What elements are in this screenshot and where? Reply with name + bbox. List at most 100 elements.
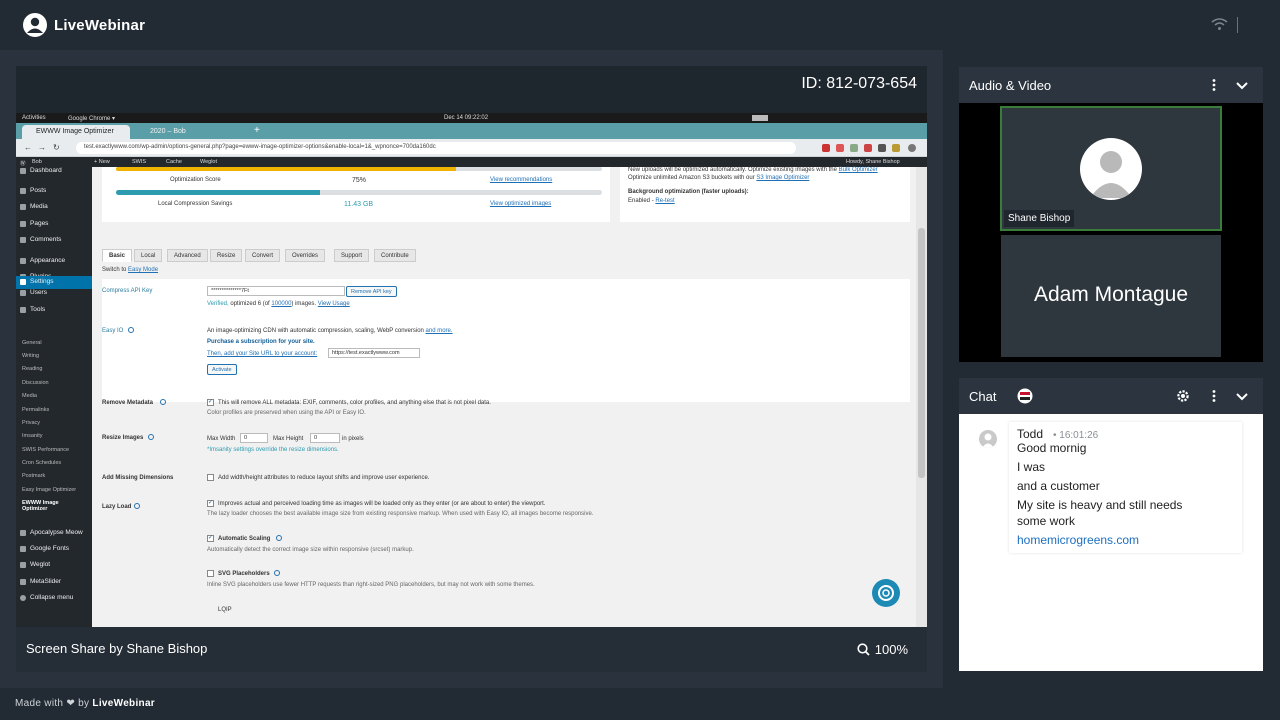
savings-link: View optimized images xyxy=(490,201,552,207)
gear-icon[interactable] xyxy=(1176,389,1190,403)
video-tile[interactable]: Adam Montague xyxy=(1001,235,1221,357)
os-top-bar: Activities Google Chrome ▾ Dec 14 09:22:… xyxy=(16,113,927,123)
main-stage: ID: 812-073-654 Activities Google Chrome… xyxy=(0,50,943,688)
wp-menu-settings: Settings xyxy=(20,278,54,285)
zoom-level: 100% xyxy=(874,642,908,657)
easy-io-then-add: Then, add your Site URL to your account: xyxy=(207,351,318,357)
divider xyxy=(1237,17,1238,33)
user-placeholder-icon xyxy=(982,433,994,448)
reload-icon: ↻ xyxy=(53,143,60,152)
wp-logo-icon: Ⓦ xyxy=(20,161,26,167)
os-activities: Activities xyxy=(22,115,46,121)
page-scrollbar-thumb xyxy=(918,228,925,478)
flag-icon[interactable] xyxy=(1017,388,1033,404)
svg-placeholders-label: SVG Placeholders xyxy=(218,571,270,577)
resize-images-label: Resize Images xyxy=(102,435,144,441)
browser-address-bar: ← → ↻ test.exactlywww.com/wp-admin/optio… xyxy=(16,139,927,157)
wp-menu-item: Google Fonts xyxy=(20,545,69,552)
wp-submenu-item: Discussion xyxy=(22,380,49,386)
wp-menu-dashboard: Dashboard xyxy=(20,167,62,174)
participant-name-tag: Shane Bishop xyxy=(1004,210,1075,227)
extension-icon xyxy=(878,144,886,152)
browser-tab-active: EWWW Image Optimizer xyxy=(22,125,130,139)
chat-message: Todd • 16:01:26 Good mornig I was and a … xyxy=(1009,422,1242,553)
settings-tab-basic: Basic xyxy=(102,249,133,262)
resize-note: *Imsanity settings override the resize d… xyxy=(207,447,339,453)
message-link[interactable]: homemicrogreens.com xyxy=(1017,533,1139,548)
url-field: test.exactlywww.com/wp-admin/options-gen… xyxy=(76,142,796,154)
extension-icon xyxy=(892,144,900,152)
wp-menu-pages: Pages xyxy=(20,220,48,227)
heart-icon: ❤ xyxy=(66,698,76,709)
participant-name: Adam Montague xyxy=(1033,283,1189,306)
help-icon xyxy=(276,535,282,541)
audio-video-title: Audio & Video xyxy=(969,77,1052,93)
brand-logo[interactable]: LiveWebinar xyxy=(22,12,145,38)
wp-menu-item: MetaSlider xyxy=(20,578,61,585)
chat-title: Chat xyxy=(969,388,997,404)
settings-tab: Overrides xyxy=(285,249,326,262)
remove-api-key-button: Remove API key xyxy=(346,286,397,297)
forward-icon: → xyxy=(38,143,46,152)
posts-icon xyxy=(20,187,26,194)
activate-button: Activate xyxy=(207,364,237,375)
message-line: My site is heavy and still needs xyxy=(1017,498,1183,512)
more-options-icon[interactable] xyxy=(1207,389,1221,403)
missing-dims-label: Add Missing Dimensions xyxy=(102,475,174,481)
bg-opt-status: Enabled - Re-test xyxy=(628,198,675,204)
bottom-bar: Made with ❤ by LiveWebinar xyxy=(0,688,1280,720)
help-icon xyxy=(134,503,140,509)
chevron-down-icon[interactable] xyxy=(1235,389,1249,403)
wp-submenu-item: Reading xyxy=(22,366,43,372)
wp-submenu-item: Postmark xyxy=(22,473,46,479)
brand-name: LiveWebinar xyxy=(54,16,146,34)
comments-icon xyxy=(20,236,26,243)
screen-share-panel: ID: 812-073-654 Activities Google Chrome… xyxy=(16,66,927,672)
made-with-credit[interactable]: Made with ❤ by LiveWebinar xyxy=(15,698,155,709)
wp-menu-appearance: Appearance xyxy=(20,257,65,264)
easy-io-purchase: Purchase a subscription for your site. xyxy=(207,339,315,345)
battery-icon xyxy=(752,115,768,121)
dashboard-icon xyxy=(20,167,26,174)
auto-scaling-label: Automatic Scaling xyxy=(218,536,271,542)
auto-scaling-note: Automatically detect the correct image s… xyxy=(207,547,414,553)
zoom-icon xyxy=(857,643,870,656)
users-icon xyxy=(20,289,26,296)
message-time: • 16:01:26 xyxy=(1053,430,1099,441)
wp-submenu-item: Privacy xyxy=(22,420,41,426)
settings-icon xyxy=(20,278,26,285)
wp-menu-tools: Tools xyxy=(20,306,45,313)
video-tile-active-speaker[interactable]: Shane Bishop xyxy=(1000,106,1222,231)
remove-metadata-checkbox: ✓ xyxy=(207,399,214,406)
lqip-label: LQIP xyxy=(218,607,232,613)
chevron-down-icon[interactable] xyxy=(1235,78,1249,92)
message-line: Good mornig xyxy=(1017,441,1087,455)
avatar xyxy=(979,430,997,448)
plugin-icon xyxy=(20,561,26,568)
easy-io-desc: An image-optimizing CDN with automatic c… xyxy=(207,328,453,334)
top-progress xyxy=(116,167,602,171)
zoom-control[interactable]: 100% xyxy=(857,642,908,657)
collapse-icon xyxy=(20,594,26,601)
profile-icon xyxy=(908,144,916,152)
connection-icon[interactable] xyxy=(1211,17,1228,31)
browser-tab: 2020 – Bob xyxy=(150,128,186,135)
side-note: Optimize unlimited Amazon S3 buckets wit… xyxy=(628,175,810,181)
chat-messages: Todd • 16:01:26 Good mornig I was and a … xyxy=(959,414,1263,671)
wp-howdy: Howdy, Shane Bishop xyxy=(846,159,900,165)
remove-metadata-label: Remove Metadata xyxy=(102,400,154,406)
info-card: New uploads will be optimized automatica… xyxy=(620,167,910,222)
svg-placeholders-checkbox xyxy=(207,570,214,577)
more-options-icon[interactable] xyxy=(1207,78,1221,92)
plugin-icon xyxy=(20,545,26,552)
tools-icon xyxy=(20,306,26,313)
max-width-field: 0 xyxy=(240,433,268,443)
appearance-icon xyxy=(20,257,26,264)
wp-bar-item: Cache xyxy=(166,159,182,165)
pages-icon xyxy=(20,220,26,227)
settings-tab: Convert xyxy=(245,249,281,262)
shared-screen[interactable]: Activities Google Chrome ▾ Dec 14 09:22:… xyxy=(16,113,927,627)
video-area: Shane Bishop Adam Montague xyxy=(959,103,1263,362)
back-icon: ← xyxy=(24,143,32,152)
os-browser-menu: Google Chrome ▾ xyxy=(68,116,116,122)
